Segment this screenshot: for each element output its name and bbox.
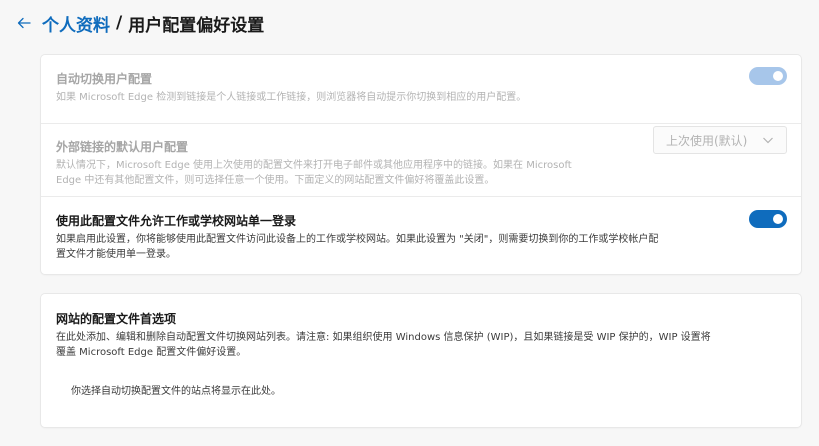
auto-switch-title: 自动切换用户配置 xyxy=(56,72,153,86)
back-button[interactable] xyxy=(12,11,36,35)
toggle-knob xyxy=(773,71,783,81)
page-header: 个人资料 / 用户配置偏好设置 xyxy=(12,10,264,36)
chevron-down-icon xyxy=(763,137,773,144)
auto-switch-description: 如果 Microsoft Edge 检测到链接是个人链接或工作链接，则浏览器将自… xyxy=(56,92,527,103)
auto-switch-toggle[interactable] xyxy=(749,67,787,85)
site-preferences-description-line1: 在此处添加、编辑和删除自动配置文件切换网站列表。请注意: 如果组织使用 Wind… xyxy=(56,332,711,343)
site-preferences-card: 网站的配置文件首选项 在此处添加、编辑和删除自动配置文件切换网站列表。请注意: … xyxy=(41,294,801,427)
toggle-knob xyxy=(773,214,783,224)
default-profile-description-line2: Edge 中还有其他配置文件，则可选择任意一个使用。下面定义的网站配置文件偏好将… xyxy=(56,175,495,186)
sso-description-line1: 如果启用此设置，你将能够使用此配置文件访问此设备上的工作或学校网站。如果此设置为… xyxy=(56,234,659,245)
default-profile-title: 外部链接的默认用户配置 xyxy=(56,140,189,154)
dropdown-selected-value: 上次使用(默认) xyxy=(666,133,748,148)
sso-setting: 使用此配置文件允许工作或学校网站单一登录 如果启用此设置，你将能够使用此配置文件… xyxy=(41,197,801,274)
sso-toggle[interactable] xyxy=(749,210,787,228)
site-preferences-title: 网站的配置文件首选项 xyxy=(56,312,177,326)
default-profile-setting: 外部链接的默认用户配置 默认情况下，Microsoft Edge 使用上次使用的… xyxy=(41,124,801,196)
breadcrumb-separator: / xyxy=(116,13,123,33)
default-profile-description-line1: 默认情况下，Microsoft Edge 使用上次使用的配置文件来打开电子邮件或… xyxy=(56,160,572,171)
breadcrumb-profiles-link[interactable]: 个人资料 xyxy=(42,11,110,36)
sso-description-line2: 置文件才能使用单一登录。 xyxy=(56,249,176,260)
sso-title: 使用此配置文件允许工作或学校网站单一登录 xyxy=(56,214,297,228)
profile-preferences-card: 自动切换用户配置 如果 Microsoft Edge 检测到链接是个人链接或工作… xyxy=(41,55,801,274)
arrow-left-icon xyxy=(17,17,31,29)
page-title: 用户配置偏好设置 xyxy=(128,15,265,36)
site-preferences-description-line2: 覆盖 Microsoft Edge 配置文件偏好设置。 xyxy=(56,347,247,358)
site-preferences-description: 在此处添加、编辑和删除自动配置文件切换网站列表。请注意: 如果组织使用 Wind… xyxy=(56,330,791,360)
auto-switch-setting: 自动切换用户配置 如果 Microsoft Edge 检测到链接是个人链接或工作… xyxy=(41,55,801,123)
default-profile-dropdown[interactable]: 上次使用(默认) xyxy=(653,126,787,154)
site-list-empty-message: 你选择自动切换配置文件的站点将显示在此处。 xyxy=(71,386,281,397)
